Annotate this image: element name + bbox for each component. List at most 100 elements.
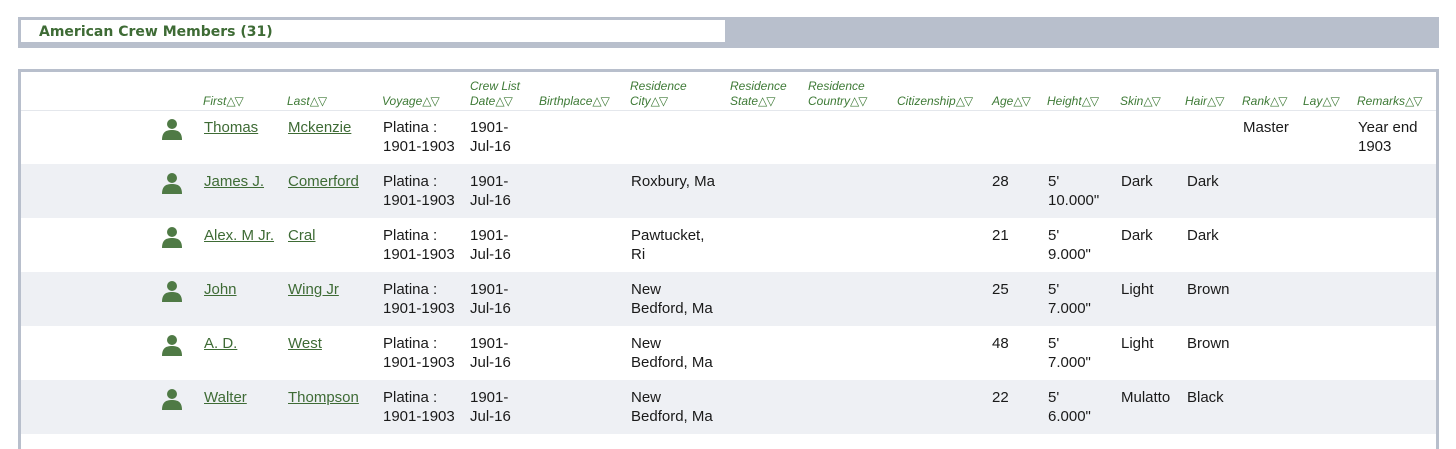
date-cell: 1901- Jul-16 xyxy=(470,280,511,318)
sort-toggle-residence-city[interactable]: △▽ xyxy=(651,94,668,108)
sort-toggle-crew-list-date[interactable]: △▽ xyxy=(495,94,512,108)
col-header-voyage-label: Voyage xyxy=(382,94,423,108)
hair-cell: Black xyxy=(1187,389,1224,406)
col-header-residence-country-line1: Residence xyxy=(808,79,865,93)
sort-toggle-voyage[interactable]: △▽ xyxy=(422,94,439,108)
date-cell: 1901- Jul-16 xyxy=(470,388,511,426)
city-line2: Bedford, Ma xyxy=(631,300,713,317)
last-name-link[interactable]: Cral xyxy=(288,227,316,244)
crew-table: First△▽ Last△▽ Voyage△▽ Crew List Date△▽ … xyxy=(18,69,1439,449)
last-name-link[interactable]: Wing Jr xyxy=(288,281,339,298)
age-cell: 48 xyxy=(992,335,1009,352)
col-header-lay-label: Lay xyxy=(1303,94,1323,108)
date-line1: 1901- xyxy=(470,335,509,352)
col-header-residence-state-line2: State xyxy=(730,94,759,108)
voyage-line1: Platina : xyxy=(383,119,438,136)
person-icon[interactable] xyxy=(161,226,183,248)
col-header-residence-country-line2: Country xyxy=(808,94,851,108)
sort-toggle-skin[interactable]: △▽ xyxy=(1143,94,1160,108)
skin-cell: Light xyxy=(1121,281,1154,298)
voyage-line2: 1901-1903 xyxy=(383,354,455,371)
height-line2: 10.000" xyxy=(1048,192,1100,209)
voyage-cell: Platina : 1901-1903 xyxy=(383,226,455,264)
voyage-line2: 1901-1903 xyxy=(383,300,455,317)
remarks-line2: 1903 xyxy=(1358,138,1392,155)
age-cell: 22 xyxy=(992,389,1009,406)
remarks-line1: Year end xyxy=(1358,119,1418,136)
col-header-citizenship: Citizenship△▽ xyxy=(897,94,973,109)
voyage-line1: Platina : xyxy=(383,227,438,244)
col-header-residence-state-line1: Residence xyxy=(730,79,787,93)
height-cell: 5' 7.000" xyxy=(1048,334,1091,372)
last-name-link[interactable]: Mckenzie xyxy=(288,119,351,136)
sort-toggle-height[interactable]: △▽ xyxy=(1082,94,1099,108)
age-cell: 21 xyxy=(992,227,1009,244)
skin-cell: Light xyxy=(1121,335,1154,352)
col-header-residence-state: Residence State△▽ xyxy=(730,79,787,109)
person-icon[interactable] xyxy=(161,172,183,194)
col-header-last-label: Last xyxy=(287,94,310,108)
voyage-cell: Platina : 1901-1903 xyxy=(383,172,455,210)
first-name-link[interactable]: John xyxy=(204,281,237,298)
sort-toggle-age[interactable]: △▽ xyxy=(1013,94,1030,108)
sort-toggle-rank[interactable]: △▽ xyxy=(1270,94,1287,108)
col-header-first-label: First xyxy=(203,94,227,108)
col-header-height: Height△▽ xyxy=(1047,94,1099,109)
last-name-link[interactable]: Thompson xyxy=(288,389,359,406)
table-row: Thomas Mckenzie Platina :1901-1903 1901-… xyxy=(21,110,1436,164)
sort-toggle-residence-state[interactable]: △▽ xyxy=(758,94,775,108)
hair-cell: Brown xyxy=(1187,335,1230,352)
date-cell: 1901- Jul-16 xyxy=(470,172,511,210)
hair-cell: Dark xyxy=(1187,227,1219,244)
voyage-line2: 1901-1903 xyxy=(383,192,455,209)
skin-cell: Dark xyxy=(1121,173,1153,190)
col-header-citizenship-label: Citizenship xyxy=(897,94,956,108)
col-header-crew-list-date-line2: Date xyxy=(470,94,496,108)
sort-toggle-citizenship[interactable]: △▽ xyxy=(956,94,973,108)
person-icon[interactable] xyxy=(161,334,183,356)
date-line2: Jul-16 xyxy=(470,408,511,425)
sort-toggle-birthplace[interactable]: △▽ xyxy=(592,94,609,108)
voyage-line1: Platina : xyxy=(383,281,438,298)
height-line2: 9.000" xyxy=(1048,246,1091,263)
city-line1: New xyxy=(631,281,662,298)
first-name-link[interactable]: Thomas xyxy=(204,119,258,136)
city-cell: Roxbury, Ma xyxy=(631,172,715,191)
table-row: A. D. West Platina : 1901-1903 1901- Jul-1… xyxy=(21,326,1436,380)
table-row: James J. Comerford Platina : 1901-1903 19… xyxy=(21,164,1436,218)
col-header-age: Age△▽ xyxy=(992,94,1031,109)
height-line1: 5' xyxy=(1048,335,1060,352)
col-header-residence-city-line1: Residence xyxy=(630,79,687,93)
date-line1: 1901- xyxy=(470,281,509,298)
sort-toggle-first[interactable]: △▽ xyxy=(226,94,243,108)
first-name-link[interactable]: Walter xyxy=(204,389,247,406)
table-row: Walter Thompson Platina : 1901-1903 1901-… xyxy=(21,380,1436,434)
voyage-cell: Platina : 1901-1903 xyxy=(383,388,455,426)
voyage-line1: Platina : xyxy=(383,335,438,352)
sort-toggle-remarks[interactable]: △▽ xyxy=(1405,94,1422,108)
last-name-link[interactable]: Comerford xyxy=(288,173,359,190)
col-header-crew-list-date: Crew List Date△▽ xyxy=(470,79,520,109)
height-line1: 5' xyxy=(1048,227,1060,244)
skin-cell: Mulatto xyxy=(1121,389,1171,406)
person-icon[interactable] xyxy=(161,118,183,140)
city-cell: New Bedford, Ma xyxy=(631,280,713,318)
person-icon[interactable] xyxy=(161,280,183,302)
person-icon[interactable] xyxy=(161,388,183,410)
city-line1: Roxbury, Ma xyxy=(631,173,715,190)
col-header-lay: Lay△▽ xyxy=(1303,94,1340,109)
sort-toggle-residence-country[interactable]: △▽ xyxy=(850,94,867,108)
rank-cell: Master xyxy=(1243,119,1289,136)
sort-toggle-lay[interactable]: △▽ xyxy=(1322,94,1339,108)
first-name-link[interactable]: James J. xyxy=(204,173,264,190)
first-name-link[interactable]: Alex. M Jr. xyxy=(204,227,274,244)
sort-toggle-hair[interactable]: △▽ xyxy=(1207,94,1224,108)
last-name-link[interactable]: West xyxy=(288,335,322,352)
height-line2: 7.000" xyxy=(1048,300,1091,317)
first-name-link[interactable]: A. D. xyxy=(204,335,237,352)
sort-toggle-last[interactable]: △▽ xyxy=(310,94,327,108)
voyage-line2: 1901-1903 xyxy=(383,408,455,425)
date-line2: Jul-16 xyxy=(470,192,511,209)
city-line1: New xyxy=(631,389,662,406)
hair-cell: Dark xyxy=(1187,173,1219,190)
